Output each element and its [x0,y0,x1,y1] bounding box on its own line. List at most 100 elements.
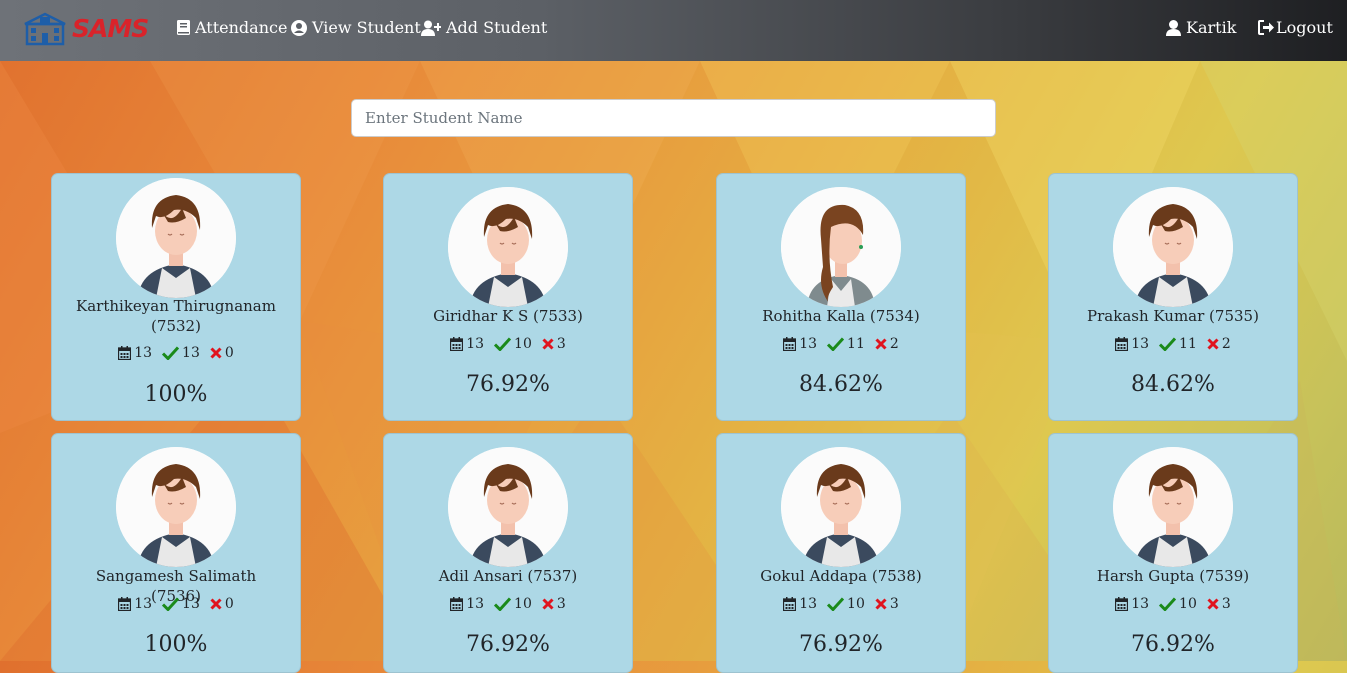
attendance-percentage: 76.92% [1131,632,1215,657]
student-card[interactable]: Gokul Addapa (7538) 13 10 3 76.92% [716,433,966,673]
student-avatar [781,187,901,307]
logo[interactable]: SAMS [22,12,149,46]
calendar-icon [783,597,797,611]
present-count: 11 [847,336,865,352]
student-card[interactable]: Prakash Kumar (7535) 13 11 2 84.62% [1048,173,1298,421]
absent-count: 2 [1221,336,1231,352]
nav-logout[interactable]: Logout [1258,18,1333,37]
check-icon [494,597,512,611]
total-classes: 13 [1115,596,1149,612]
student-avatar [1113,447,1233,567]
present-count: 13 [182,345,200,361]
attendance-stats: 13 13 0 [52,596,300,612]
school-building-icon [24,12,66,46]
total-classes: 13 [450,596,484,612]
logo-text: SAMS [72,14,149,43]
student-name: Harsh Gupta (7539) [1096,567,1250,585]
present-classes: 10 [494,596,532,612]
absent-count: 2 [889,336,899,352]
total-count: 13 [1131,336,1150,352]
student-card[interactable]: Giridhar K S (7533) 13 10 3 76.92% [383,173,633,421]
total-count: 13 [799,596,818,612]
user-plus-icon [421,20,441,36]
calendar-icon [1115,597,1129,611]
calendar-icon [118,346,132,360]
nav-add-student[interactable]: Add Student [421,18,547,37]
attendance-percentage: 100% [144,382,208,407]
attendance-stats: 13 10 3 [717,596,965,612]
total-classes: 13 [783,596,817,612]
x-mark-icon [1207,338,1219,350]
attendance-percentage: 76.92% [466,372,550,397]
student-card[interactable]: Sangamesh Salimath (7536) 13 13 0 100% [51,433,301,673]
total-classes: 13 [783,336,817,352]
check-icon [827,337,845,351]
x-mark-icon [542,338,554,350]
absent-classes: 2 [875,336,899,352]
nav-logout-label: Logout [1276,18,1333,37]
total-classes: 13 [118,345,152,361]
x-mark-icon [542,598,554,610]
attendance-stats: 13 11 2 [1049,336,1297,352]
x-mark-icon [875,598,887,610]
student-avatar [448,447,568,567]
total-classes: 13 [118,596,152,612]
student-name: Gokul Addapa (7538) [760,567,922,585]
absent-count: 0 [224,596,234,612]
absent-classes: 3 [542,596,566,612]
total-classes: 13 [1115,336,1149,352]
female-avatar-icon [781,187,901,307]
male-avatar-icon [448,447,568,567]
student-search-input[interactable] [351,99,996,137]
present-classes: 10 [827,596,865,612]
student-card[interactable]: Karthikeyan Thirugnanam (7532) 13 13 0 100% [51,173,301,421]
check-icon [1159,337,1177,351]
user-icon [1166,19,1181,36]
student-name: Rohitha Kalla (7534) [762,307,920,325]
absent-count: 0 [224,345,234,361]
student-name: Karthikeyan Thirugnanam (7532) [76,297,276,335]
present-count: 10 [1179,596,1197,612]
nav-view-student-label: View Student [312,18,421,37]
sign-out-icon [1258,20,1274,35]
attendance-stats: 13 10 3 [384,336,632,352]
absent-classes: 3 [1207,596,1231,612]
student-avatar [1113,187,1233,307]
absent-classes: 0 [210,596,234,612]
total-count: 13 [466,596,485,612]
student-avatar [116,447,236,567]
nav-user-label: Kartik [1186,18,1237,37]
user-circle-icon [291,19,307,36]
present-classes: 11 [827,336,865,352]
male-avatar-icon [781,447,901,567]
nav-view-student[interactable]: View Student [291,18,421,37]
absent-classes: 2 [1207,336,1231,352]
attendance-stats: 13 10 3 [1049,596,1297,612]
student-card[interactable]: Adil Ansari (7537) 13 10 3 76.92% [383,433,633,673]
student-name: Prakash Kumar (7535) [1087,307,1259,325]
attendance-percentage: 100% [144,632,208,657]
check-icon [827,597,845,611]
attendance-percentage: 76.92% [799,632,883,657]
male-avatar-icon [116,178,236,298]
absent-count: 3 [889,596,899,612]
student-card[interactable]: Harsh Gupta (7539) 13 10 3 76.92% [1048,433,1298,673]
male-avatar-icon [1113,187,1233,307]
check-icon [494,337,512,351]
nav-user[interactable]: Kartik [1166,18,1236,37]
total-count: 13 [799,336,818,352]
student-avatar [116,178,236,298]
present-count: 11 [1179,336,1197,352]
present-classes: 11 [1159,336,1197,352]
male-avatar-icon [116,447,236,567]
check-icon [162,597,180,611]
student-avatar [448,187,568,307]
absent-count: 3 [1221,596,1231,612]
male-avatar-icon [1113,447,1233,567]
calendar-icon [783,337,797,351]
attendance-stats: 13 13 0 [52,345,300,361]
absent-count: 3 [556,596,566,612]
nav-attendance[interactable]: Attendance [177,18,287,37]
student-card[interactable]: Rohitha Kalla (7534) 13 11 2 84.62% [716,173,966,421]
calendar-icon [450,597,464,611]
